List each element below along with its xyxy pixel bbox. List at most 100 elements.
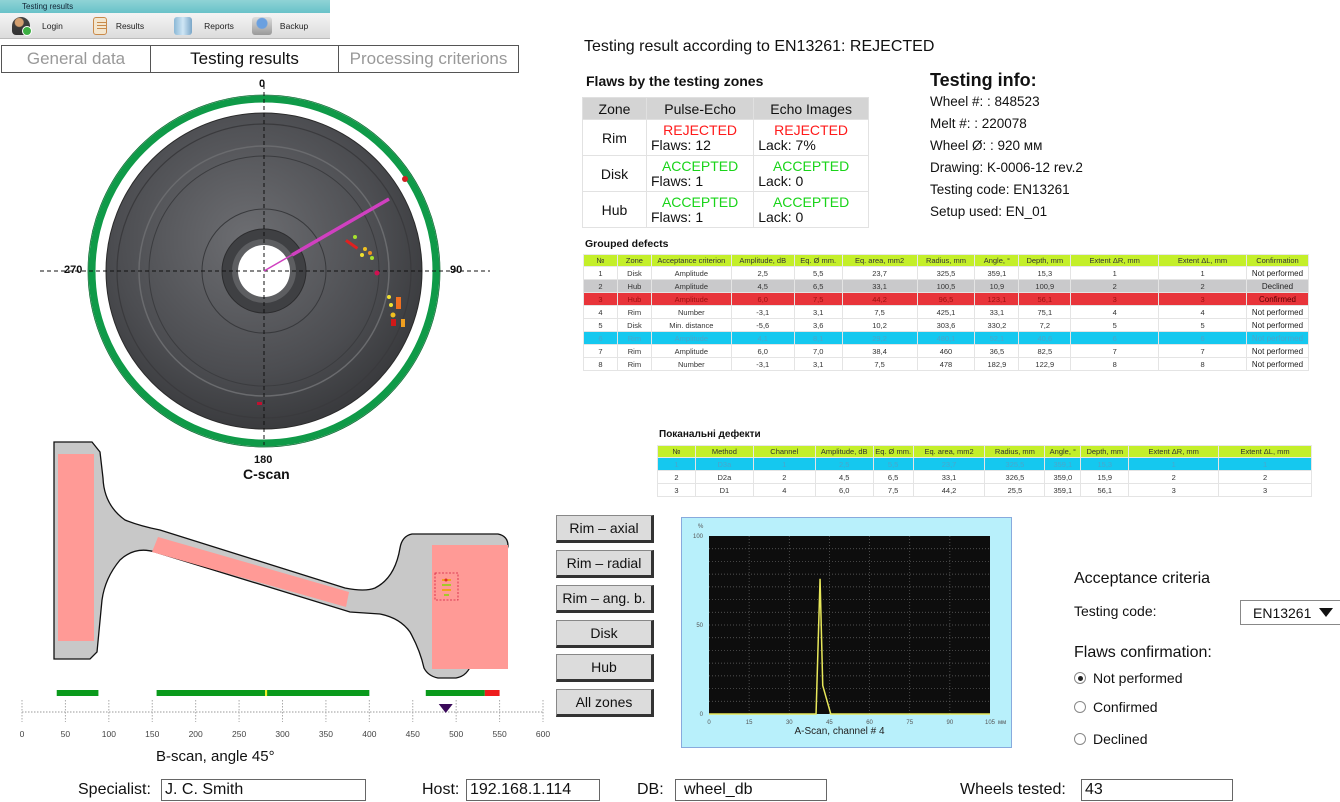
table-cell: 5 [1158,318,1247,332]
flaws-count: Flaws: 1 [651,172,704,189]
tab-testing-results[interactable]: Testing results [151,45,339,73]
table-cell: 5 [583,318,618,332]
lack-value: Lack: 0 [758,208,804,225]
rim-angle-beam-button[interactable]: Rim – ang. b. [556,585,654,613]
column-header[interactable]: № [583,254,618,267]
table-row[interactable]: 4 Rim Number -3,1 3,1 7,5 425,1 33,1 75,1 4 4 Not p… [583,305,1310,319]
table-row[interactable]: 1 D3a 1 2,5 5,5 23,7 325,5 359,1 15,3 1 1 [657,457,1312,471]
b-scan-view[interactable]: 0 50 100 150 200 250 300 350 400 450 500 550 600 B-s… [0,430,560,770]
table-cell: -3,1 [730,357,795,371]
all-zones-button[interactable]: All zones [556,689,654,717]
table-cell: 1 [1158,266,1247,280]
a-scan-panel: 0 15 30 45 60 75 90 105 0 50 100% мм A-Scan, channel… [681,517,1012,748]
rim-radial-button[interactable]: Rim – radial [556,550,654,578]
table-cell: 1 [583,266,618,280]
column-header[interactable]: Radius, mm [984,445,1046,458]
angle-label-90: 90 [450,264,463,276]
table-row[interactable]: 3 Hub Amplitude 6,0 7,5 44,2 96,5 123,1 56,1 3 3 Co… [583,292,1310,306]
specialist-field[interactable]: J. C. Smith [161,779,366,801]
table-row[interactable]: 5 Disk Min. distance -5,6 3,6 10,2 303,6 330,2 7… [583,318,1310,332]
window-title: Testing results [0,0,330,13]
testing-result-title: Testing result according to EN13261: REJ… [584,38,935,55]
column-header[interactable]: Extent ΔR, mm [1128,445,1220,458]
rim-axial-button[interactable]: Rim – axial [556,515,654,543]
column-header[interactable]: Channel [752,445,816,458]
radio-declined-label: Declined [1093,731,1148,747]
testing-code-select[interactable]: EN13261 [1240,600,1340,625]
column-header[interactable]: Depth, mm [1080,445,1130,458]
table-cell: 2,5 [730,266,795,280]
table-row[interactable]: 7 Rim Amplitude 6,0 7,0 38,4 460 36,5 82,5 7 7 Not … [583,344,1310,358]
toolbar-results-label: Results [115,20,145,31]
table-cell: 4,1 [730,331,795,345]
db-field[interactable]: wheel_db [675,779,827,801]
column-header[interactable]: № [657,445,696,458]
table-cell: 82,5 [1018,344,1072,358]
table-cell: 75,1 [1018,305,1072,319]
table-row[interactable]: 8 Rim Number -3,1 3,1 7,5 478 182,9 122,9 8 8 Not p… [583,357,1310,371]
axis-tick-label: 150 [145,729,159,739]
table-cell: Not performed [1245,266,1310,280]
table-row[interactable]: 1 Disk Amplitude 2,5 5,5 23,7 325,5 359,1 15,3 1 1… [583,266,1310,280]
column-header[interactable]: Extent ΔL, mm [1158,254,1247,267]
table-row[interactable]: 2 Hub Amplitude 4,5 6,5 33,1 100,5 10,9 100,9 2 2 D… [583,279,1310,293]
table-cell: Min. distance [650,318,732,332]
table-row[interactable]: 2 D2a 2 4,5 6,5 33,1 326,5 359,0 15,9 2 2 [657,470,1312,484]
table-row[interactable]: 6 Rim Amplitude 4,1 8,1 29,2 480,1 52,1 40,6 6 6 No… [583,331,1310,345]
column-header[interactable]: Extent ΔL, mm [1218,445,1312,458]
column-header[interactable]: Method [694,445,754,458]
radio-confirmed[interactable]: Confirmed [1074,699,1158,715]
tab-general-data[interactable]: General data [1,45,151,73]
column-header[interactable]: Zone [616,254,652,267]
column-header[interactable]: Extent ΔR, mm [1070,254,1160,267]
table-cell: 6,0 [730,344,795,358]
table-cell: 303,6 [916,318,976,332]
table-cell: 4,5 [814,470,874,484]
column-header[interactable]: Depth, mm [1018,254,1072,267]
hub-button[interactable]: Hub [556,654,654,682]
table-cell: 7,0 [793,344,843,358]
zone-row: Disk ACCEPTED Flaws: 1 ACCEPTED Lack: 0 [582,155,869,192]
c-scan-view[interactable]: 0 90 180 270 C-scan [0,75,530,490]
tab-processing-criterions[interactable]: Processing criterions [339,45,519,73]
table-cell: 3 [1218,483,1312,497]
column-header[interactable]: Amplitude, dB [814,445,874,458]
host-field[interactable]: 192.168.1.114 [466,779,600,801]
table-row[interactable]: 3 D1 4 6,0 7,5 44,2 25,5 359,1 56,1 3 3 [657,483,1312,497]
column-header[interactable]: Eq. Ø mm. [872,445,914,458]
testing-code-value: EN13261 [1253,604,1312,621]
column-header[interactable]: Eq. area, mm2 [912,445,986,458]
column-header[interactable]: Acceptance criterion [650,254,732,267]
info-setup-used: Setup used: EN_01 [930,204,1048,219]
angle-label-270: 270 [64,264,83,276]
table-cell: 8,1 [793,331,843,345]
testing-code-label: Testing code: [1074,603,1157,619]
clipboard-icon [92,16,107,35]
coverage-segment-ok [156,690,266,696]
column-header[interactable]: Radius, mm [916,254,976,267]
table-cell: 460 [916,344,976,358]
radio-declined[interactable]: Declined [1074,731,1147,747]
toolbar-backup-button[interactable]: Backup [251,16,308,35]
column-header[interactable]: Angle, ° [974,254,1020,267]
toolbar-login-button[interactable]: Login [12,16,63,36]
x-tick-label: 75 [906,720,913,726]
table-cell: 122,9 [1018,357,1072,371]
column-header[interactable]: Eq. Ø mm. [793,254,843,267]
toolbar-results-button[interactable]: Results [92,16,145,35]
column-header[interactable]: Amplitude, dB [730,254,795,267]
zones-table: Zone Pulse-Echo Echo Images Rim REJECTED F… [582,97,869,228]
table-cell: 6,5 [872,470,914,484]
column-header[interactable]: Angle, ° [1044,445,1082,458]
table-cell: Rim [616,357,652,371]
wheels-tested-field[interactable]: 43 [1081,779,1233,801]
table-cell: 96,5 [916,292,976,306]
pulse-echo-cell: REJECTED Flaws: 12 [645,119,755,156]
column-header[interactable]: Confirmation [1245,254,1310,267]
radio-not-performed[interactable]: Not performed [1074,670,1182,686]
x-tick-label: 105 [985,720,996,726]
table-cell: 44,2 [912,483,986,497]
toolbar-reports-button[interactable]: Reports [174,16,234,35]
disk-button[interactable]: Disk [556,620,654,648]
column-header[interactable]: Eq. area, mm2 [841,254,918,267]
